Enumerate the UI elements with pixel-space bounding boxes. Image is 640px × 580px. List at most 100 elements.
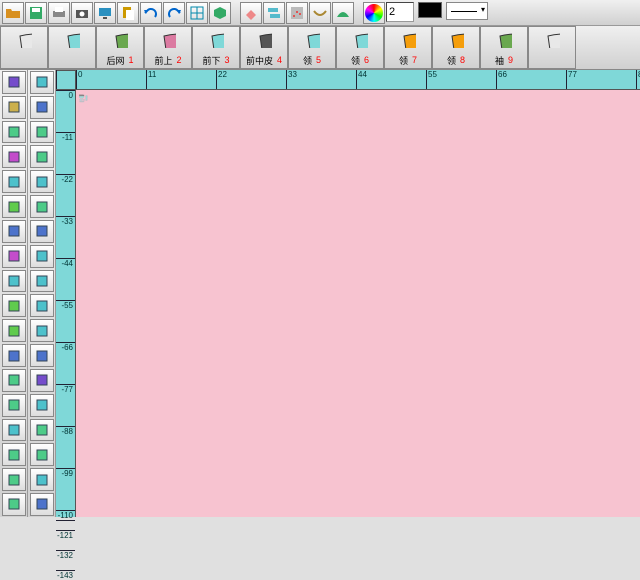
drill-tool[interactable] (30, 170, 54, 193)
color-swatch[interactable] (418, 2, 442, 18)
color-wheel-button[interactable] (363, 2, 385, 24)
grid2-tool[interactable] (2, 419, 26, 442)
lasso-tool[interactable] (30, 71, 54, 94)
curve2-tool[interactable] (30, 344, 54, 367)
h-tick (56, 70, 58, 89)
mask-tool[interactable] (30, 195, 54, 218)
left-toolbar-a (0, 70, 28, 517)
piece-name: 领 (351, 54, 360, 67)
piece-thumb-icon (145, 27, 191, 52)
erase-button[interactable] (240, 2, 262, 24)
v-tick: -77 (56, 384, 75, 394)
v-tick (56, 520, 75, 521)
arrow-tool[interactable] (30, 394, 54, 417)
scissors-tool[interactable] (2, 245, 26, 268)
paint-tool[interactable] (30, 270, 54, 293)
piece-thumb-icon (241, 27, 287, 52)
v-tick: -99 (56, 468, 75, 478)
piece-front-lower[interactable]: ⟵⟶ (79, 96, 84, 99)
v-tick: -44 (56, 258, 75, 268)
vertical-ruler[interactable]: 0-11-22-33-44-55-66-77-88-99-110-121-132… (56, 90, 76, 517)
left-toolbar-b (28, 70, 56, 517)
piece-name: 领 (399, 54, 408, 67)
paste-button[interactable] (117, 2, 139, 24)
star-tool[interactable] (2, 394, 26, 417)
pointer-tool[interactable] (2, 71, 26, 94)
camera-button[interactable] (71, 2, 93, 24)
piece-cell-1[interactable] (48, 26, 96, 69)
print-button[interactable] (48, 2, 70, 24)
layers-button[interactable] (263, 2, 285, 24)
piece-front-middle[interactable] (79, 95, 84, 97)
boot-tool[interactable] (30, 145, 54, 168)
stamp-tool[interactable] (2, 270, 26, 293)
select-rect-tool[interactable] (2, 96, 26, 119)
piece-thumb-icon (337, 27, 383, 52)
piece-number: 5 (316, 55, 321, 65)
undo-button[interactable] (140, 2, 162, 24)
piece-cell-8[interactable]: 领7 (384, 26, 432, 69)
monitor-button[interactable] (94, 2, 116, 24)
piece-cell-11[interactable] (528, 26, 576, 69)
color-wheel-icon (365, 4, 383, 22)
piece-cell-7[interactable]: 领6 (336, 26, 384, 69)
piece-cell-4[interactable]: 前下3 (192, 26, 240, 69)
grid-button[interactable] (186, 2, 208, 24)
button-tool[interactable] (30, 220, 54, 243)
line-style-select[interactable]: ▾ (446, 2, 488, 20)
v-tick: -22 (56, 174, 75, 184)
grid3-tool[interactable] (30, 245, 54, 268)
line-tool[interactable] (2, 468, 26, 491)
bucket-tool[interactable] (30, 96, 54, 119)
piece-name: 领 (447, 54, 456, 67)
save-button[interactable] (25, 2, 47, 24)
piece-number: 1 (129, 55, 134, 65)
piece-sleeve[interactable] (85, 95, 87, 101)
hanger-tool[interactable] (2, 344, 26, 367)
h-tick: 44 (356, 70, 367, 89)
canvas[interactable]: ⟵⟶ (76, 90, 640, 517)
ellipse-tool[interactable] (30, 369, 54, 392)
rect-tool[interactable] (2, 121, 26, 144)
h-tick: 66 (496, 70, 507, 89)
chart-button[interactable] (286, 2, 308, 24)
piece-cell-10[interactable]: 袖9 (480, 26, 528, 69)
open-button[interactable] (2, 2, 24, 24)
screen-tool[interactable] (30, 493, 54, 516)
bag-tool[interactable] (2, 294, 26, 317)
piece-cell-6[interactable]: 领5 (288, 26, 336, 69)
view3d-button[interactable] (209, 2, 231, 24)
text-tool[interactable] (30, 443, 54, 466)
piece-thumb-icon (529, 27, 575, 52)
car-tool[interactable] (2, 195, 26, 218)
image-tool[interactable] (30, 468, 54, 491)
piece-cell-2[interactable]: 后网1 (96, 26, 144, 69)
piece-name: 袖 (495, 54, 504, 67)
piece-cell-5[interactable]: 前中皮4 (240, 26, 288, 69)
freehand-tool[interactable] (2, 145, 26, 168)
shirt-tool[interactable] (30, 319, 54, 342)
needle-tool[interactable] (2, 220, 26, 243)
wave-tool[interactable] (2, 443, 26, 466)
piece-waistband[interactable] (80, 101, 85, 102)
piece-cell-0[interactable] (0, 26, 48, 69)
piece-number: 8 (460, 55, 465, 65)
fill-tool[interactable] (30, 419, 54, 442)
h-tick: 0 (76, 70, 82, 89)
piece-name: 前上 (154, 54, 172, 67)
page-tool[interactable] (30, 121, 54, 144)
curve-tool[interactable] (2, 170, 26, 193)
piece-collar-group[interactable] (79, 99, 85, 101)
piece-name: 前中皮 (246, 54, 273, 67)
curve-above-button[interactable] (332, 2, 354, 24)
horizontal-ruler[interactable]: 01122334455667788 (76, 70, 640, 90)
piece-cell-9[interactable]: 领8 (432, 26, 480, 69)
curve-below-button[interactable] (309, 2, 331, 24)
zip-tool[interactable] (2, 319, 26, 342)
snap-tool[interactable] (2, 493, 26, 516)
piece-cell-3[interactable]: 前上2 (144, 26, 192, 69)
gear-tool[interactable] (2, 369, 26, 392)
redo-button[interactable] (163, 2, 185, 24)
line-width-input[interactable] (386, 2, 414, 22)
piece-tool[interactable] (30, 294, 54, 317)
